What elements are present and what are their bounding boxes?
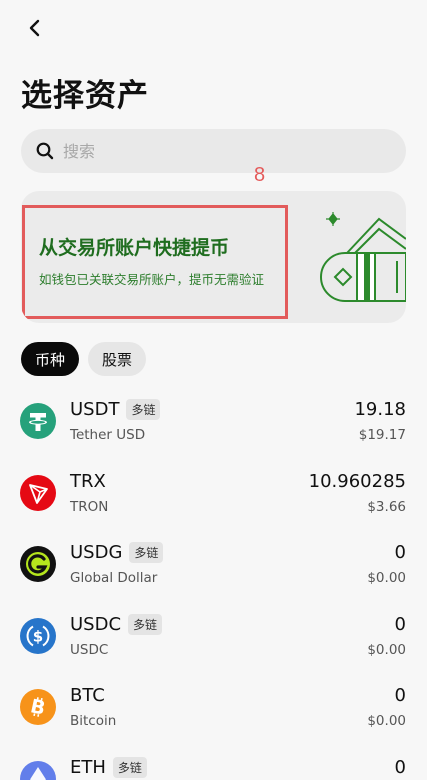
multichain-badge: 多链	[129, 542, 164, 563]
asset-amount: 19.18	[354, 399, 406, 420]
asset-row-eth[interactable]: ETH 多链 0	[0, 743, 427, 780]
tab-stocks[interactable]: 股票	[88, 342, 147, 376]
tron-icon	[20, 474, 56, 511]
page-title: 选择资产	[21, 78, 149, 114]
bitcoin-icon: B	[20, 689, 56, 725]
asset-amount: 0	[394, 542, 406, 563]
chevron-left-icon	[27, 18, 41, 42]
asset-symbol: USDG	[70, 542, 123, 563]
asset-amount: 10.960285	[308, 470, 406, 492]
tab-coins[interactable]: 币种	[21, 342, 80, 376]
exchange-withdraw-banner[interactable]: 从交易所账户快捷提币 如钱包已关联交易所账户，提币无需验证	[21, 191, 406, 323]
asset-value: $19.17	[358, 427, 406, 443]
asset-name: Global Dollar	[70, 570, 158, 586]
asset-list: USDT 多链 Tether USD 19.18 $19.17 TRX TRON…	[0, 385, 427, 780]
ethereum-icon	[20, 760, 56, 780]
asset-symbol: USDT	[70, 399, 120, 420]
asset-name: TRON	[70, 498, 109, 515]
asset-name: Tether USD	[70, 427, 146, 443]
asset-type-tabs: 币种 股票	[21, 342, 147, 376]
asset-symbol: USDC	[70, 613, 122, 635]
asset-row-trx[interactable]: TRX TRON 10.960285 $3.66	[0, 457, 427, 529]
banner-title: 从交易所账户快捷提币	[39, 237, 230, 259]
multichain-badge: 多链	[128, 613, 163, 635]
search-icon	[35, 141, 55, 161]
usdg-icon	[20, 546, 56, 582]
back-button[interactable]	[20, 16, 48, 44]
asset-value: $0.00	[367, 713, 406, 729]
multichain-badge: 多链	[126, 399, 161, 420]
svg-text:$: $	[33, 627, 43, 645]
annotation-marker: 8	[254, 164, 266, 186]
multichain-badge: 多链	[112, 756, 147, 778]
search-input[interactable]	[63, 141, 383, 161]
asset-amount: 0	[394, 756, 406, 778]
asset-name: Bitcoin	[70, 713, 117, 729]
asset-symbol: ETH	[70, 756, 106, 778]
asset-symbol: TRX	[70, 470, 106, 492]
asset-symbol: BTC	[70, 685, 105, 706]
tether-icon	[20, 403, 56, 439]
asset-row-usdt[interactable]: USDT 多链 Tether USD 19.18 $19.17	[0, 385, 427, 457]
asset-amount: 0	[394, 613, 406, 635]
banner-subtitle: 如钱包已关联交易所账户，提币无需验证	[39, 272, 265, 287]
usdc-icon: $	[20, 617, 56, 654]
asset-name: USDC	[70, 641, 109, 658]
asset-row-usdg[interactable]: USDG 多链 Global Dollar 0 $0.00	[0, 528, 427, 600]
asset-value: $3.66	[367, 498, 406, 515]
asset-amount: 0	[394, 685, 406, 706]
asset-row-btc[interactable]: B BTC Bitcoin 0 $0.00	[0, 671, 427, 743]
exchange-building-icon	[320, 212, 406, 302]
asset-row-usdc[interactable]: $ USDC 多链 USDC 0 $0.00	[0, 600, 427, 672]
highlight-frame	[22, 205, 288, 319]
asset-value: $0.00	[367, 641, 406, 658]
asset-value: $0.00	[367, 570, 406, 586]
search-bar[interactable]	[21, 129, 406, 173]
